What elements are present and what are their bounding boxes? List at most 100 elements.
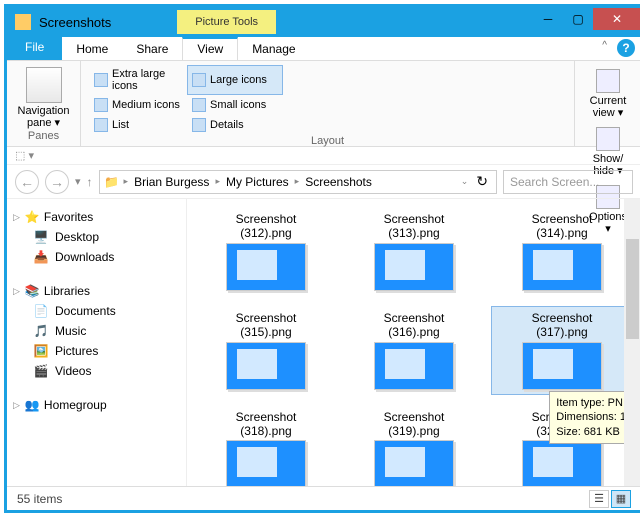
tab-share[interactable]: Share (122, 37, 182, 60)
thumbnails-view-button[interactable]: ▦ (611, 490, 631, 508)
up-button[interactable]: ↑ (87, 175, 93, 189)
sidebar-libraries[interactable]: ▷📚Libraries (13, 281, 180, 301)
file-tab[interactable]: File (7, 37, 62, 60)
layout-icon (192, 98, 206, 112)
file-name: Screenshot(316).png (384, 311, 445, 340)
sidebar-item-downloads[interactable]: 📥Downloads (13, 247, 180, 267)
sidebar-item-pictures[interactable]: 🖼️Pictures (13, 341, 180, 361)
sidebar-item-documents[interactable]: 📄Documents (13, 301, 180, 321)
layout-icon (94, 118, 108, 132)
ribbon-group-panes: Navigation pane ▾ Panes (7, 61, 81, 146)
layout-option[interactable]: Extra large icons (89, 65, 185, 95)
desktop-icon: 🖥️ (33, 229, 49, 245)
sidebar-item-videos[interactable]: 🎬Videos (13, 361, 180, 381)
file-thumbnail[interactable]: Screenshot(319).png (343, 405, 485, 486)
quick-access: ⬚ ▾ (7, 147, 640, 165)
thumbnail-image (522, 243, 602, 291)
layout-option[interactable]: Medium icons (89, 95, 185, 115)
file-name: Screenshot(312).png (236, 212, 297, 241)
explorer-window: Screenshots Picture Tools ─ ▢ ✕ File Hom… (4, 4, 640, 513)
tab-home[interactable]: Home (62, 37, 122, 60)
navigation-pane-icon[interactable] (26, 67, 62, 103)
file-thumbnail[interactable]: Screenshot(316).png (343, 306, 485, 395)
layout-icon (94, 98, 108, 112)
documents-icon: 📄 (33, 303, 49, 319)
homegroup-icon: 👥 (24, 397, 40, 413)
sidebar-favorites[interactable]: ▷⭐Favorites (13, 207, 180, 227)
recent-dropdown-icon[interactable]: ▾ (75, 175, 81, 188)
layout-label: Layout (89, 135, 566, 147)
breadcrumb[interactable]: Brian Burgess (132, 175, 211, 189)
maximize-button[interactable]: ▢ (563, 8, 593, 30)
help-icon[interactable]: ? (617, 39, 635, 57)
ribbon: Navigation pane ▾ Panes Extra large icon… (7, 61, 640, 147)
thumbnail-image (374, 342, 454, 390)
vertical-scrollbar[interactable] (624, 199, 640, 486)
file-thumbnail[interactable]: Screenshot(314).png (491, 207, 633, 296)
file-name: Screenshot(315).png (236, 311, 297, 340)
search-input[interactable]: Search Screen... (503, 170, 633, 194)
layout-option[interactable]: Large icons (187, 65, 283, 95)
layout-option[interactable]: List (89, 115, 185, 135)
panes-label: Panes (28, 130, 59, 142)
navigation-sidebar: ▷⭐Favorites 🖥️Desktop 📥Downloads ▷📚Libra… (7, 199, 187, 486)
refresh-button[interactable]: ↻ (472, 173, 492, 190)
layout-option[interactable]: Small icons (187, 95, 283, 115)
ribbon-group-layout: Extra large iconsLarge iconsMedium icons… (81, 61, 575, 146)
sidebar-item-music[interactable]: 🎵Music (13, 321, 180, 341)
thumbnail-image (522, 342, 602, 390)
forward-button[interactable]: → (45, 170, 69, 194)
ribbon-tabs: File Home Share View Manage ^ ? (7, 37, 640, 61)
current-view-icon (596, 69, 620, 93)
file-thumbnail[interactable]: Screenshot(315).png (195, 306, 337, 395)
file-name: Screenshot(314).png (532, 212, 593, 241)
status-bar: 55 items ☰ ▦ (7, 486, 640, 510)
sidebar-item-desktop[interactable]: 🖥️Desktop (13, 227, 180, 247)
sidebar-homegroup[interactable]: ▷👥Homegroup (13, 395, 180, 415)
close-button[interactable]: ✕ (593, 8, 640, 30)
ribbon-group-options: Current view ▾ Show/ hide ▾ Options ▾ (575, 61, 640, 146)
item-count: 55 items (17, 492, 62, 506)
tab-view[interactable]: View (182, 37, 238, 60)
content-area: ▷⭐Favorites 🖥️Desktop 📥Downloads ▷📚Libra… (7, 199, 640, 486)
address-dropdown-icon[interactable]: ⌄ (459, 176, 471, 187)
file-tooltip: Item type: PNDimensions: 1Size: 681 KB (549, 391, 633, 444)
thumbnail-image (226, 440, 306, 486)
breadcrumb[interactable]: My Pictures (224, 175, 291, 189)
details-view-button[interactable]: ☰ (589, 490, 609, 508)
layout-icon (192, 73, 206, 87)
file-thumbnail[interactable]: Screenshot(312).png (195, 207, 337, 296)
picture-tools-label[interactable]: Picture Tools (177, 10, 276, 34)
file-grid: Screenshot(312).png Screenshot(313).png Sc… (187, 199, 640, 486)
file-name: Screenshot(317).png (532, 311, 593, 340)
thumbnail-image (522, 440, 602, 486)
back-button[interactable]: ← (15, 170, 39, 194)
minimize-button[interactable]: ─ (533, 8, 563, 30)
libraries-icon: 📚 (24, 283, 40, 299)
scrollbar-thumb[interactable] (626, 239, 639, 339)
file-thumbnail[interactable]: Screenshot(313).png (343, 207, 485, 296)
address-bar[interactable]: 📁 ▸ Brian Burgess▸ My Pictures▸ Screensh… (99, 170, 497, 194)
layout-icon (94, 73, 108, 87)
navigation-pane-button[interactable]: Navigation pane ▾ (15, 105, 72, 129)
window-title: Screenshots (39, 15, 111, 30)
tab-manage[interactable]: Manage (238, 37, 309, 60)
breadcrumb[interactable]: Screenshots (303, 175, 374, 189)
layout-option[interactable]: Details (187, 115, 283, 135)
file-thumbnail[interactable]: Screenshot(317).png (491, 306, 633, 395)
thumbnail-image (374, 243, 454, 291)
file-thumbnail[interactable]: Screenshot(318).png (195, 405, 337, 486)
current-view-button[interactable]: Current view ▾ (583, 65, 633, 123)
file-name: Screenshot(318).png (236, 410, 297, 439)
downloads-icon: 📥 (33, 249, 49, 265)
folder-icon (15, 14, 31, 30)
videos-icon: 🎬 (33, 363, 49, 379)
thumbnail-image (374, 440, 454, 486)
file-name: Screenshot(319).png (384, 410, 445, 439)
address-bar-row: ← → ▾ ↑ 📁 ▸ Brian Burgess▸ My Pictures▸ … (7, 165, 640, 199)
music-icon: 🎵 (33, 323, 49, 339)
file-name: Screenshot(313).png (384, 212, 445, 241)
folder-icon: 📁 (104, 174, 120, 190)
titlebar: Screenshots Picture Tools ─ ▢ ✕ (7, 7, 640, 37)
collapse-ribbon-icon[interactable]: ^ (596, 37, 613, 60)
